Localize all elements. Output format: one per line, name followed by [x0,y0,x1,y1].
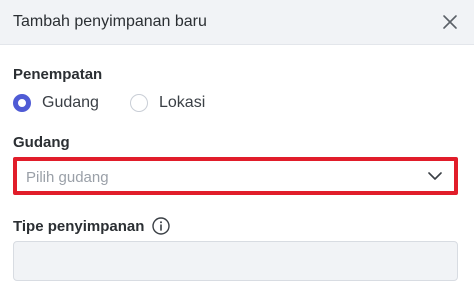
radio-label-gudang: Gudang [42,94,99,111]
warehouse-placeholder: Pilih gudang [26,169,109,186]
warehouse-select[interactable]: Pilih gudang [13,157,458,195]
radio-lokasi[interactable]: Lokasi [130,92,205,114]
warehouse-label: Gudang [13,134,70,151]
radio-circle [130,94,148,112]
storage-type-label: Tipe penyimpanan [13,218,145,235]
radio-label-lokasi: Lokasi [159,94,206,111]
dialog-header: Tambah penyimpanan baru [0,0,474,45]
chevron-down-icon [428,172,442,180]
storage-type-field[interactable] [13,241,458,281]
add-storage-dialog: Tambah penyimpanan baru Penempatan Gudan… [0,0,474,301]
info-icon[interactable] [152,217,170,235]
radio-circle-selected [13,94,31,112]
radio-gudang[interactable]: Gudang [13,92,99,114]
placement-label: Penempatan [13,66,103,83]
close-icon[interactable] [441,13,459,31]
dialog-title: Tambah penyimpanan baru [13,13,207,30]
